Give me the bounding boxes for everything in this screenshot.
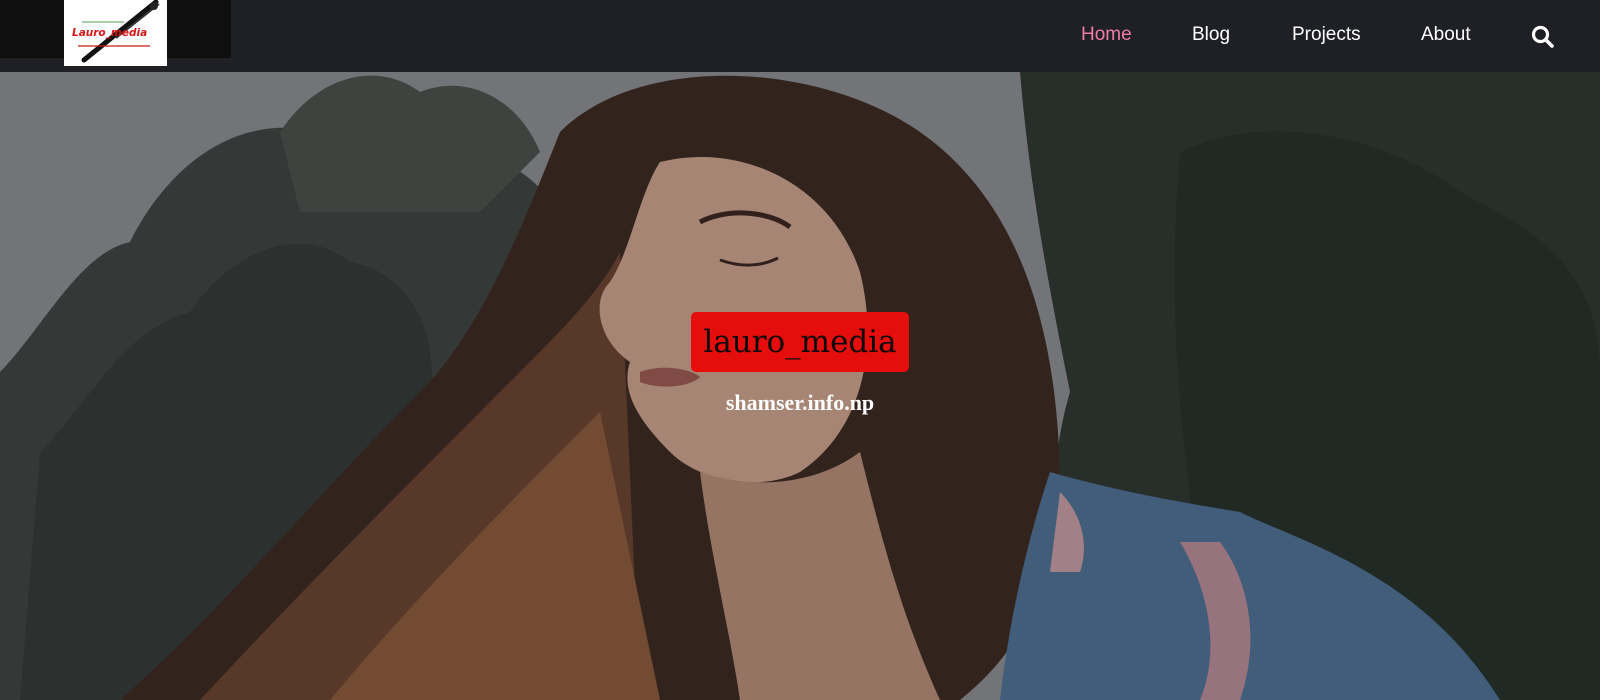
search-icon — [1531, 25, 1554, 48]
nav-projects[interactable]: Projects — [1292, 24, 1361, 46]
hero-banner: lauro_media shamser.info.np — [0, 72, 1600, 700]
site-logo[interactable]: Lauro_media — [64, 0, 167, 66]
search-button[interactable] — [1530, 24, 1556, 50]
page: Lauro_media Home Blog Projects About lau… — [0, 0, 1600, 700]
logo-brand-text: Lauro_media — [72, 27, 148, 39]
nav-about[interactable]: About — [1421, 24, 1471, 46]
nav-blog[interactable]: Blog — [1192, 24, 1230, 46]
hero-title: lauro_media — [691, 312, 909, 372]
navbar: Lauro_media Home Blog Projects About — [0, 0, 1600, 72]
nav-home[interactable]: Home — [1081, 24, 1132, 46]
hero-subtitle: shamser.info.np — [725, 390, 875, 415]
hero-overlay — [0, 72, 1600, 700]
